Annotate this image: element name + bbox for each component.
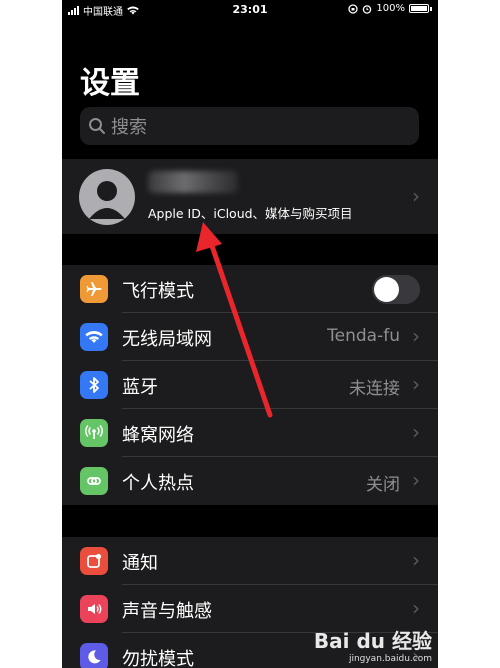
cellular-icon [80, 419, 108, 447]
row-cellular[interactable]: 蜂窝网络 › [62, 409, 438, 457]
row-notifications[interactable]: 通知 › [62, 537, 438, 585]
row-bluetooth[interactable]: 蓝牙 未连接 › [62, 361, 438, 409]
status-bar: 中国联通 23:01 100% [62, 0, 438, 20]
row-airplane-mode[interactable]: 飞行模式 [62, 265, 438, 313]
row-personal-hotspot[interactable]: 个人热点 关闭 › [62, 457, 438, 505]
page-title: 设置 [80, 66, 140, 101]
hotspot-label: 个人热点 [122, 473, 194, 494]
hotspot-value: 关闭 [366, 475, 400, 495]
chevron-right-icon: › [412, 372, 420, 396]
wifi-label: 无线局域网 [122, 329, 212, 350]
search-icon [89, 118, 105, 134]
do-not-disturb-label: 勿扰模式 [122, 649, 194, 668]
wifi-value: Tenda-fu [327, 326, 400, 346]
bluetooth-label: 蓝牙 [122, 377, 158, 398]
hotspot-icon [80, 467, 108, 495]
battery-percent: 100% [376, 3, 405, 14]
settings-screen: 中国联通 23:01 100% 设置 搜索 Apple ID、iCloud、媒体… [62, 0, 438, 668]
airplane-icon [80, 275, 108, 303]
notifications-label: 通知 [122, 553, 158, 574]
blurred-account-name [148, 171, 238, 193]
bluetooth-icon [80, 371, 108, 399]
airplane-mode-label: 飞行模式 [122, 281, 194, 302]
chevron-right-icon: › [412, 324, 420, 348]
chevron-right-icon: › [412, 596, 420, 620]
chevron-right-icon: › [412, 548, 420, 572]
chevron-right-icon: › [412, 184, 420, 208]
row-wifi[interactable]: 无线局域网 Tenda-fu › [62, 313, 438, 361]
airplane-mode-toggle[interactable] [372, 275, 420, 304]
battery-icon [409, 4, 429, 13]
apple-id-subtitle: Apple ID、iCloud、媒体与购买项目 [148, 206, 353, 221]
orientation-lock-icon [348, 3, 359, 14]
cellular-label: 蜂窝网络 [122, 425, 194, 446]
notifications-icon [80, 547, 108, 575]
bluetooth-value: 未连接 [349, 379, 400, 399]
moon-icon [80, 643, 108, 668]
chevron-right-icon: › [412, 420, 420, 444]
chevron-right-icon: › [412, 468, 420, 492]
wifi-icon [80, 323, 108, 351]
watermark-brand: Bai du 经验 [313, 629, 432, 653]
watermark-url: jingyan.baidu.com [348, 654, 432, 664]
search-field[interactable]: 搜索 [80, 107, 419, 145]
baidu-jingyan-watermark: Bai du 经验 jingyan.baidu.com [314, 625, 432, 664]
connectivity-group: 飞行模式 无线局域网 Tenda-fu › 蓝牙 未连接 › 蜂窝网络 › 个人… [62, 265, 438, 505]
apple-id-row[interactable]: Apple ID、iCloud、媒体与购买项目 › [62, 159, 438, 234]
avatar [79, 169, 135, 225]
alarm-icon [363, 4, 372, 14]
sounds-icon [80, 595, 108, 623]
sounds-label: 声音与触感 [122, 601, 212, 622]
search-placeholder: 搜索 [111, 117, 147, 138]
